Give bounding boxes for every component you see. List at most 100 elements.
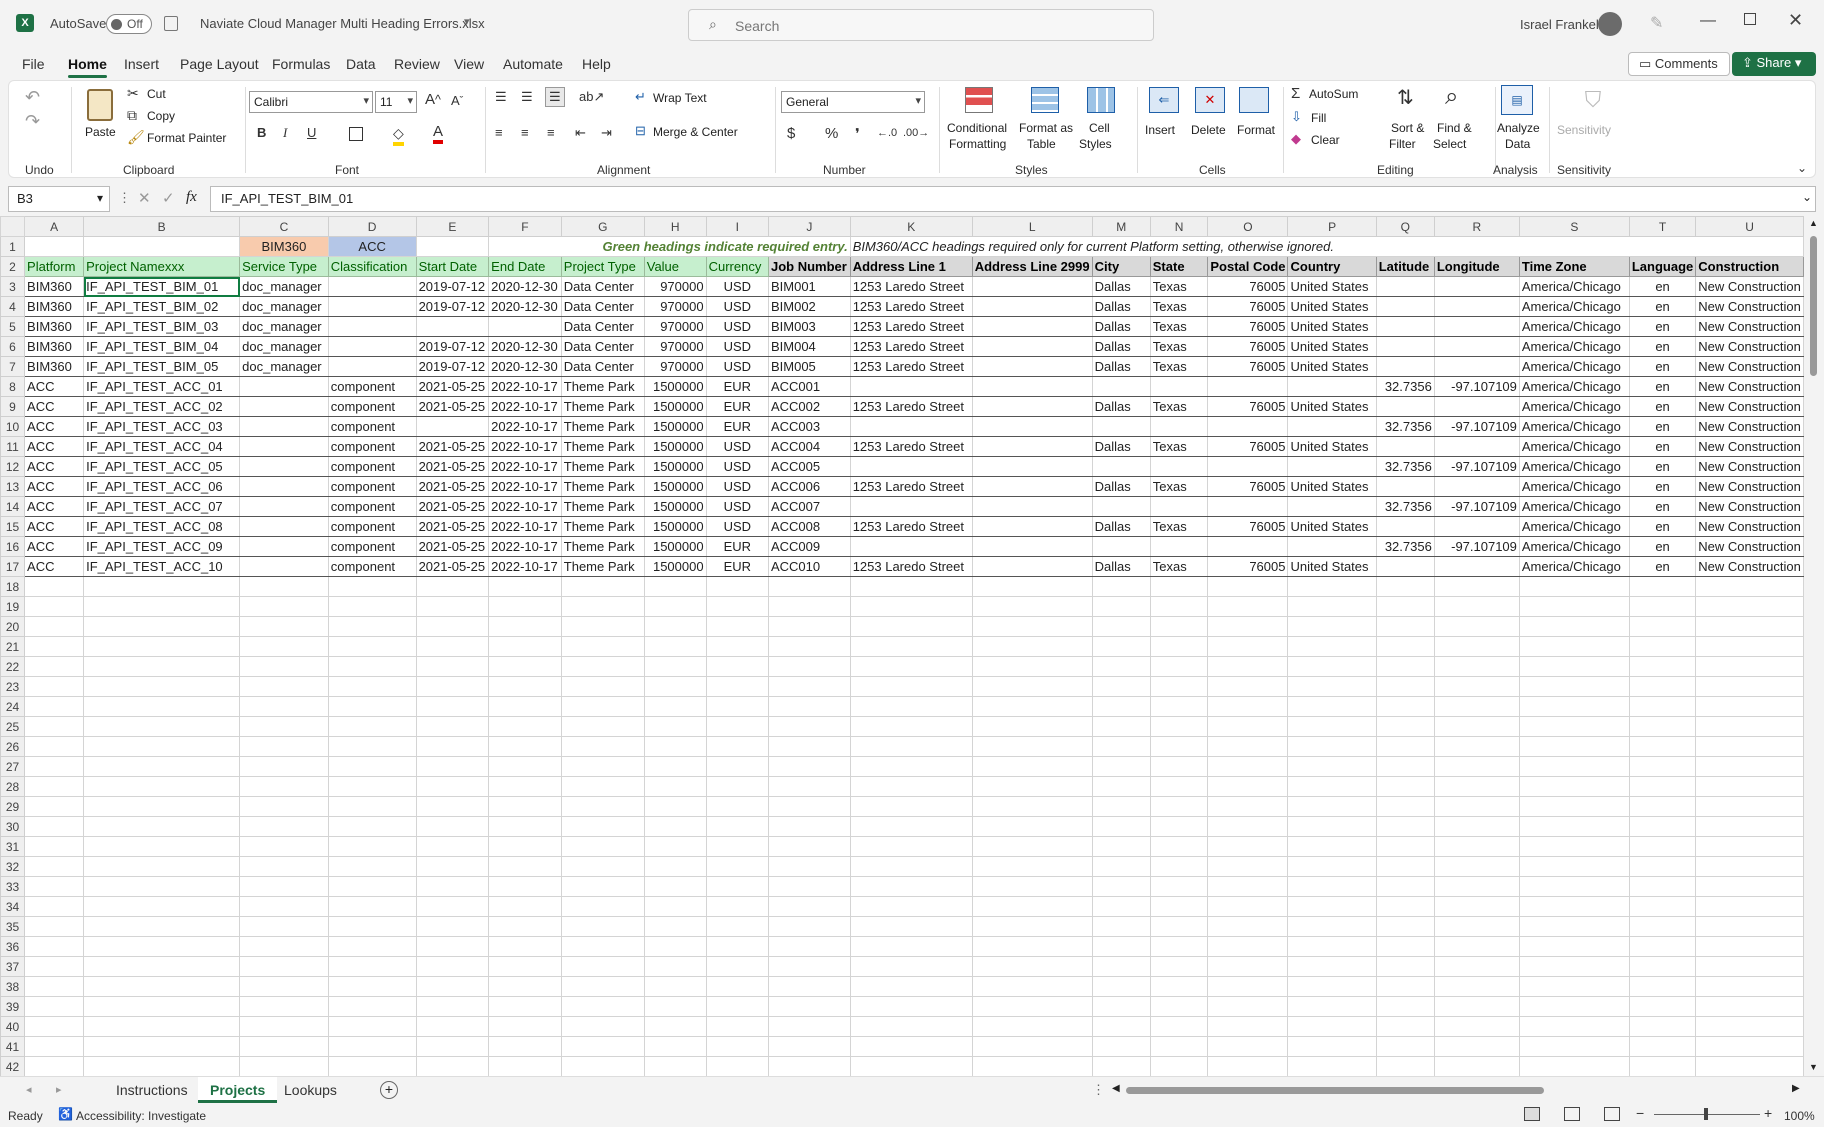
accessibility-status[interactable]: Accessibility: Investigate (76, 1109, 206, 1123)
cell[interactable] (1695, 836, 1804, 857)
cell[interactable]: Dallas (1091, 436, 1151, 457)
cell[interactable] (1375, 316, 1435, 337)
cell[interactable]: USD (705, 476, 769, 497)
cell[interactable] (971, 916, 1093, 937)
cell[interactable] (705, 996, 769, 1017)
column-header[interactable]: S (1518, 216, 1630, 237)
cell[interactable] (1149, 756, 1209, 777)
cell[interactable] (1518, 656, 1630, 677)
cell[interactable] (1628, 796, 1697, 817)
cell[interactable] (1207, 996, 1289, 1017)
cell[interactable] (1518, 796, 1630, 817)
menu-page-layout[interactable]: Page Layout (180, 56, 259, 72)
cell[interactable] (643, 596, 707, 617)
cell[interactable]: ACC007 (767, 496, 851, 517)
cell[interactable] (560, 716, 645, 737)
cell[interactable] (239, 396, 329, 417)
underline-icon[interactable]: U (307, 125, 316, 140)
format-cells-button[interactable]: Format (1237, 123, 1275, 137)
cell[interactable] (767, 596, 851, 617)
cell[interactable] (1518, 896, 1630, 917)
cell[interactable] (1091, 1016, 1151, 1037)
cell[interactable]: 1500000 (643, 516, 707, 537)
decrease-indent-icon[interactable]: ⇤ (575, 125, 586, 141)
cell[interactable] (1091, 536, 1151, 557)
cell[interactable]: ACC006 (767, 476, 851, 497)
cell[interactable]: 76005 (1207, 336, 1289, 357)
header-cell[interactable]: Address Line 1 (849, 256, 973, 277)
cell[interactable] (1375, 656, 1435, 677)
cell[interactable]: ACC (24, 556, 85, 577)
cell[interactable]: New Construction (1695, 296, 1804, 317)
cell[interactable] (415, 956, 490, 977)
cell[interactable] (849, 1056, 973, 1076)
row-header[interactable]: 4 (0, 296, 26, 317)
cell[interactable] (1149, 696, 1209, 717)
cell[interactable]: BIM003 (767, 316, 851, 337)
cell[interactable] (488, 616, 562, 637)
cell[interactable]: America/Chicago (1518, 316, 1630, 337)
row-header[interactable]: 5 (0, 316, 26, 337)
cell[interactable] (1207, 936, 1289, 957)
cell[interactable]: 32.7356 (1375, 536, 1435, 557)
cell[interactable]: USD (705, 296, 769, 317)
cell[interactable] (849, 536, 973, 557)
cell[interactable] (1375, 936, 1435, 957)
redo-icon[interactable]: ↷ (25, 111, 40, 132)
cell[interactable] (849, 496, 973, 517)
cell[interactable]: BIM001 (767, 276, 851, 297)
cell[interactable]: en (1628, 496, 1697, 517)
column-header[interactable]: D (327, 216, 417, 237)
row-header[interactable]: 14 (0, 496, 26, 517)
cell[interactable] (1287, 736, 1377, 757)
cell[interactable] (767, 776, 851, 797)
cell[interactable] (1207, 1036, 1289, 1057)
cell[interactable] (1091, 656, 1151, 677)
cell[interactable]: component (327, 516, 417, 537)
cell[interactable] (24, 736, 85, 757)
cell[interactable] (1628, 836, 1697, 857)
cell[interactable] (1149, 676, 1209, 697)
row-header[interactable]: 39 (0, 996, 26, 1017)
close-icon[interactable]: ✕ (1788, 10, 1803, 31)
cell[interactable] (415, 236, 490, 257)
cell[interactable]: 2020-12-30 (488, 296, 562, 317)
cell[interactable] (239, 956, 329, 977)
horizontal-scroll-thumb[interactable] (1126, 1087, 1544, 1094)
cell[interactable] (643, 756, 707, 777)
cell[interactable]: component (327, 556, 417, 577)
cell[interactable]: EUR (705, 416, 769, 437)
cell[interactable] (560, 1016, 645, 1037)
cell[interactable]: Texas (1149, 356, 1209, 377)
cell[interactable]: Theme Park (560, 396, 645, 417)
cell[interactable]: -97.107109 (1433, 456, 1520, 477)
cell[interactable] (83, 836, 241, 857)
row-header[interactable]: 13 (0, 476, 26, 497)
row-header[interactable]: 8 (0, 376, 26, 397)
cell[interactable] (643, 836, 707, 857)
cell[interactable] (971, 836, 1093, 857)
cell[interactable]: 76005 (1207, 316, 1289, 337)
cell[interactable]: 76005 (1207, 356, 1289, 377)
format-cells-icon[interactable] (1239, 87, 1269, 113)
cell[interactable] (849, 1016, 973, 1037)
cell[interactable] (1091, 716, 1151, 737)
paste-icon[interactable] (87, 89, 113, 121)
cell[interactable] (1149, 796, 1209, 817)
cell[interactable] (1695, 996, 1804, 1017)
cell[interactable] (1433, 696, 1520, 717)
cell[interactable] (1287, 936, 1377, 957)
menu-review[interactable]: Review (394, 56, 440, 72)
cell[interactable]: en (1628, 296, 1697, 317)
cell[interactable] (83, 956, 241, 977)
cell[interactable] (849, 836, 973, 857)
cell[interactable] (1433, 876, 1520, 897)
row-header[interactable]: 29 (0, 796, 26, 817)
conditional-formatting-icon[interactable] (965, 87, 993, 113)
tab-projects[interactable]: Projects (198, 1077, 278, 1103)
cell[interactable]: New Construction (1695, 336, 1804, 357)
cell[interactable] (1207, 616, 1289, 637)
menu-file[interactable]: File (22, 56, 45, 72)
header-cell[interactable]: Postal Code (1207, 256, 1289, 277)
cell[interactable] (1433, 756, 1520, 777)
